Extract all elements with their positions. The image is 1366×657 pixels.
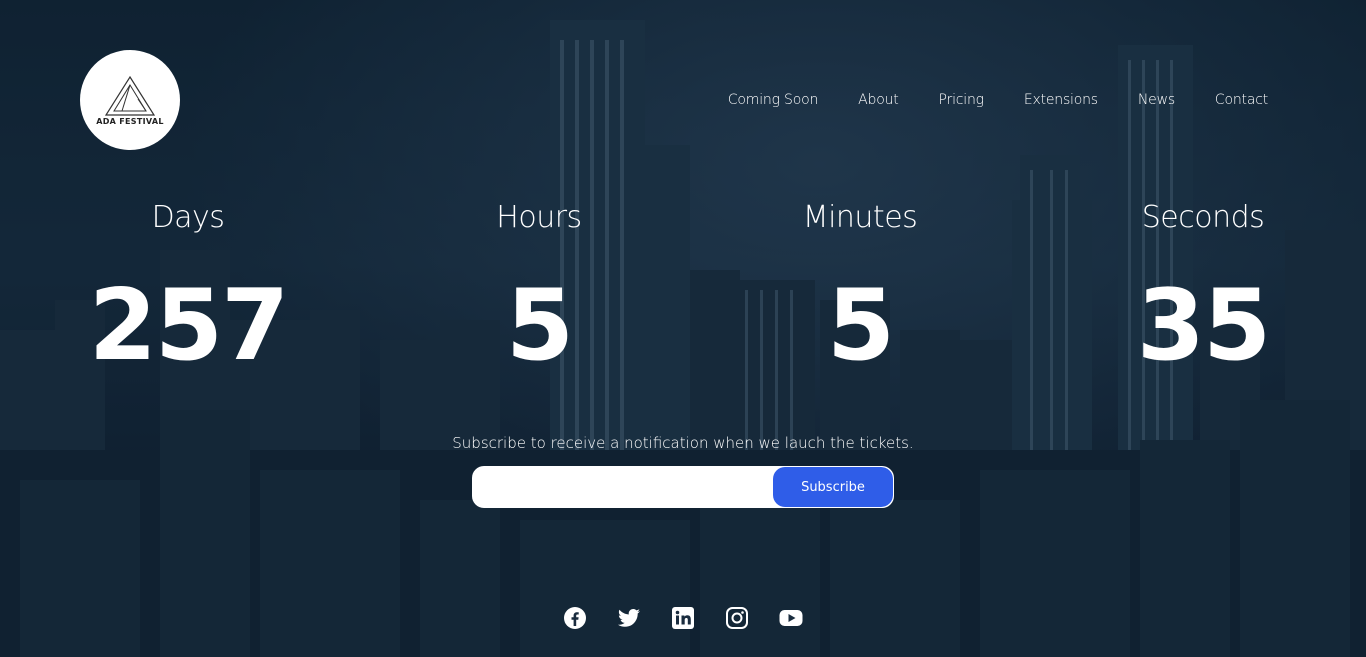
seconds-label: Seconds — [1141, 200, 1265, 235]
seconds-value: 35 — [1136, 269, 1271, 383]
subscribe-text: Subscribe to receive a notification when… — [452, 434, 914, 452]
days-label: Days — [151, 200, 225, 235]
hours-value: 5 — [505, 269, 574, 383]
linkedin-icon — [672, 607, 694, 629]
social-links — [0, 606, 1366, 630]
instagram-icon — [726, 607, 748, 629]
nav-coming-soon[interactable]: Coming Soon — [728, 92, 818, 108]
countdown-minutes: Minutes 5 — [760, 200, 960, 375]
countdown-days: Days 257 — [88, 200, 290, 383]
youtube-link[interactable] — [779, 606, 803, 630]
logo[interactable]: ADA FESTIVAL — [80, 50, 180, 150]
twitter-icon — [618, 609, 640, 627]
youtube-icon — [779, 610, 803, 626]
countdown-hours: Hours 5 — [439, 200, 639, 375]
twitter-link[interactable] — [617, 606, 641, 630]
minutes-label: Minutes — [802, 200, 918, 235]
linkedin-link[interactable] — [671, 606, 695, 630]
email-input[interactable] — [473, 467, 773, 507]
countdown-seconds: Seconds 35 — [1103, 200, 1303, 375]
nav-contact[interactable]: Contact — [1215, 92, 1268, 108]
facebook-link[interactable] — [563, 606, 587, 630]
subscribe-button[interactable]: Subscribe — [773, 467, 893, 507]
hours-label: Hours — [496, 200, 582, 235]
nav-pricing[interactable]: Pricing — [939, 92, 985, 108]
nav-news[interactable]: News — [1138, 92, 1175, 108]
subscribe-form: Subscribe — [472, 466, 894, 508]
nav-extensions[interactable]: Extensions — [1024, 92, 1098, 108]
top-nav: Coming Soon About Pricing Extensions New… — [728, 92, 1268, 108]
nav-about[interactable]: About — [858, 92, 899, 108]
minutes-value: 5 — [826, 269, 895, 383]
countdown: Days 257 Hours 5 Minutes 5 Seconds 35 — [0, 200, 1366, 380]
logo-text: ADA FESTIVAL — [96, 116, 164, 126]
facebook-icon — [564, 607, 586, 629]
days-value: 257 — [88, 269, 290, 383]
triangle-logo-icon — [104, 75, 156, 116]
instagram-link[interactable] — [725, 606, 749, 630]
